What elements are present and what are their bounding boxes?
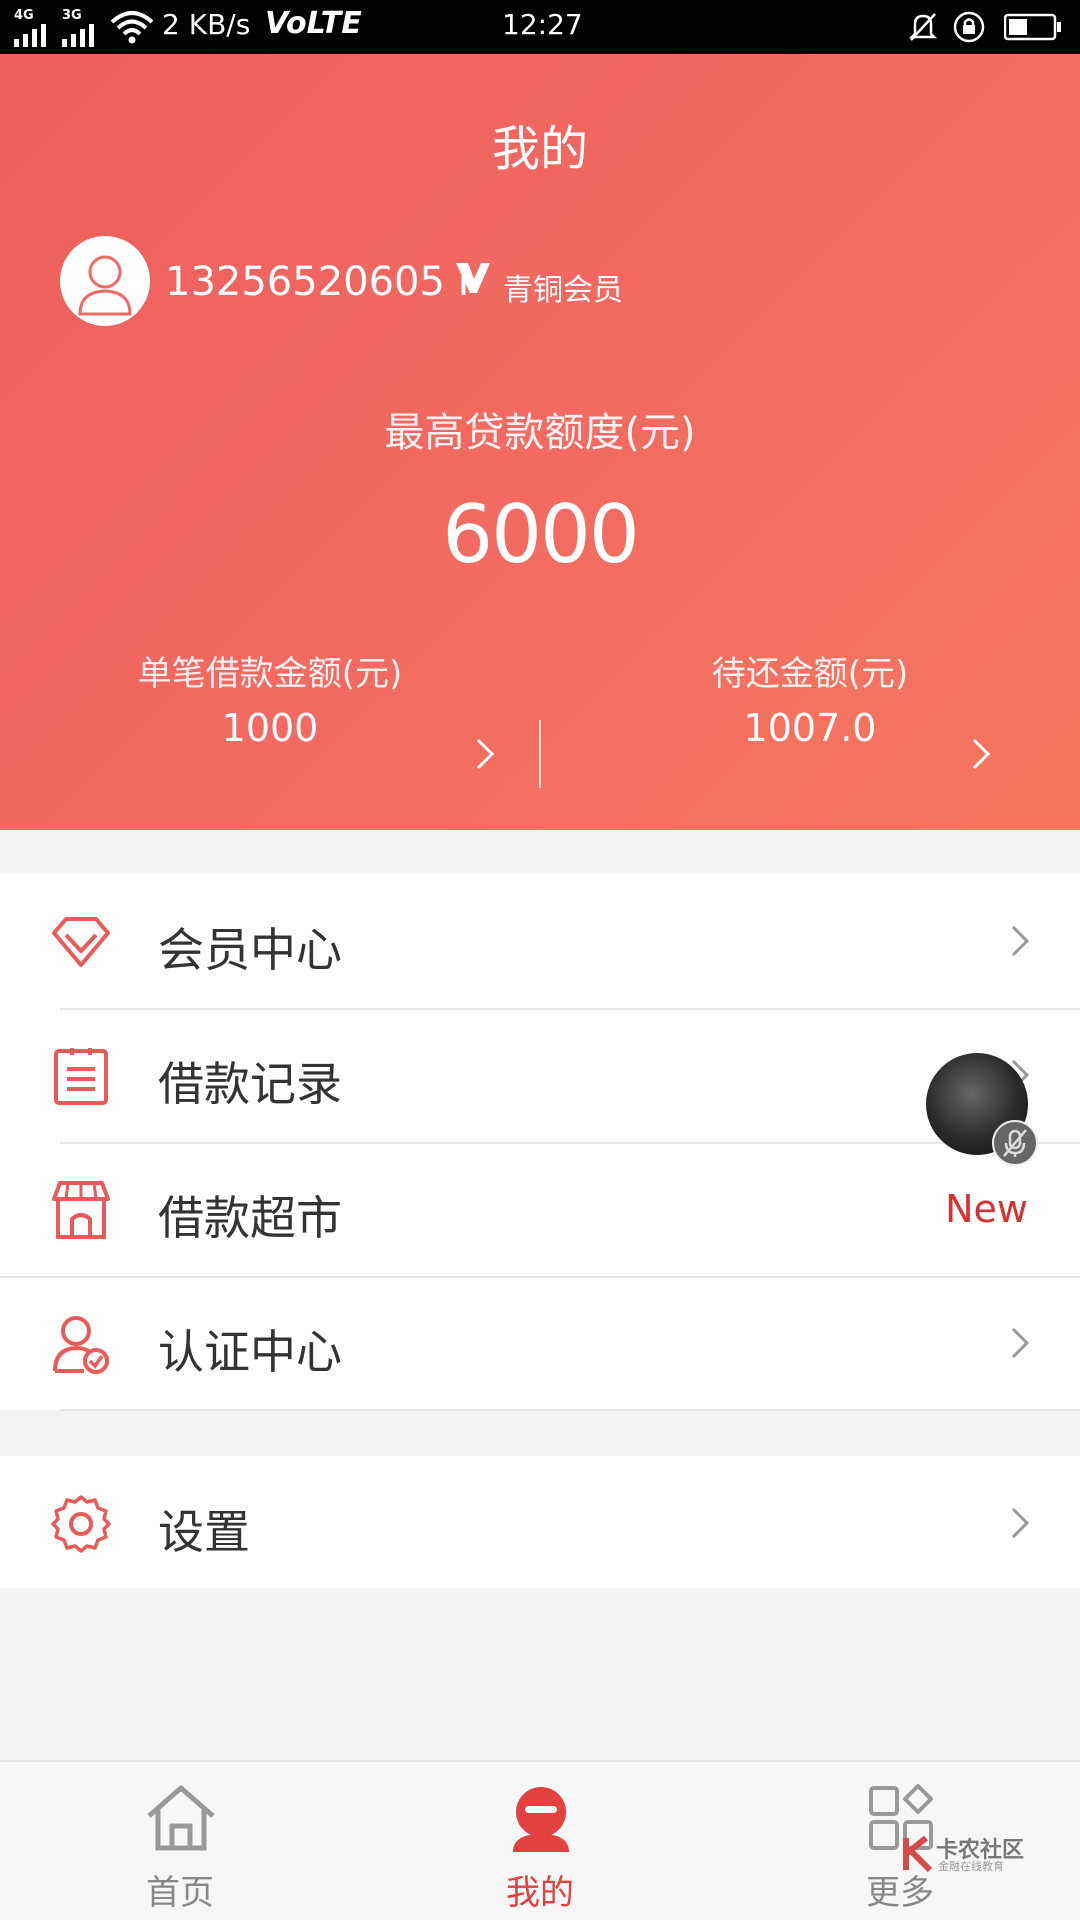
credit-limit-label: 最高贷款额度(元) xyxy=(384,410,696,456)
menu-item-loan-market[interactable]: 借款超市 New xyxy=(0,1142,1080,1276)
new-badge: New xyxy=(945,1187,1028,1231)
signal-4g-icon xyxy=(14,24,46,47)
document-icon xyxy=(54,1048,108,1105)
credit-limit-value: 6000 xyxy=(442,488,640,581)
user-verified-icon xyxy=(53,1316,109,1374)
battery-icon xyxy=(1004,13,1061,41)
menu-item-verification-center[interactable]: 认证中心 xyxy=(0,1276,1080,1410)
member-level: 青铜会员 xyxy=(503,273,623,308)
divider xyxy=(60,1409,1080,1411)
menu-item-settings[interactable]: 设置 xyxy=(0,1456,1080,1590)
pending-repay-label: 待还金额(元) xyxy=(711,654,909,694)
mic-muted-icon xyxy=(1003,1129,1027,1157)
profile-header: 我的 13256520605 I 青铜会员 最高贷款额度(元) 6000 单笔借… xyxy=(0,54,1080,830)
volte-indicator: VoLTE xyxy=(265,6,362,41)
menu-item-label: 设置 xyxy=(158,1505,250,1559)
diamond-icon xyxy=(52,917,110,967)
menu-item-member-center[interactable]: 会员中心 xyxy=(0,874,1080,1008)
app-screen: 4G 3G 2 KB/s VoLTE 12:27 我的 13256520605 … xyxy=(0,0,1080,1920)
chevron-right-icon xyxy=(1011,1327,1030,1359)
menu-item-label: 会员中心 xyxy=(158,923,342,977)
clock: 12:27 xyxy=(502,8,583,41)
network-3g-label: 3G xyxy=(62,8,82,23)
page-title: 我的 xyxy=(491,121,588,177)
single-loan-label: 单笔借款金额(元) xyxy=(137,654,403,694)
menu-group-main: 会员中心 借款记录 借款超市 New 认证中心 xyxy=(0,874,1080,1410)
menu-item-label: 认证中心 xyxy=(158,1325,342,1379)
single-loan-value: 1000 xyxy=(221,706,319,750)
nav-label: 我的 xyxy=(506,1873,574,1913)
menu-item-loan-records[interactable]: 借款记录 xyxy=(0,1008,1080,1142)
notification-muted-icon xyxy=(908,13,938,41)
chevron-right-icon xyxy=(1011,925,1030,957)
pending-repay-value: 1007.0 xyxy=(743,706,877,750)
vip-badge-icon xyxy=(456,263,490,293)
nav-home[interactable]: 首页 xyxy=(0,1762,360,1920)
nav-label: 首页 xyxy=(146,1873,214,1913)
wifi-icon xyxy=(110,11,154,44)
profile-icon xyxy=(513,1787,569,1852)
network-4g-label: 4G xyxy=(14,8,34,23)
mic-muted-badge xyxy=(992,1120,1038,1166)
watermark-subtitle: 金融在线教育 xyxy=(938,1860,1004,1873)
avatar[interactable] xyxy=(60,236,150,326)
home-icon xyxy=(147,1785,215,1851)
gear-icon xyxy=(51,1495,111,1553)
signal-3g-icon xyxy=(62,24,94,47)
network-speed: 2 KB/s xyxy=(162,8,251,41)
chevron-right-icon xyxy=(1011,1507,1030,1539)
status-bar: 4G 3G 2 KB/s VoLTE 12:27 xyxy=(0,0,1080,54)
menu-item-label: 借款记录 xyxy=(158,1057,342,1111)
chevron-right-icon xyxy=(972,738,991,770)
stat-divider xyxy=(539,720,541,788)
watermark-logo-icon xyxy=(903,1835,933,1873)
user-phone: 13256520605 I xyxy=(165,259,470,305)
rotation-lock-icon xyxy=(953,11,985,43)
user-avatar-icon xyxy=(78,255,132,316)
chevron-right-icon xyxy=(476,738,495,770)
nav-mine[interactable]: 我的 xyxy=(360,1762,720,1920)
menu-item-label: 借款超市 xyxy=(158,1191,342,1245)
menu-group-settings: 设置 xyxy=(0,1456,1080,1588)
store-icon xyxy=(52,1181,110,1239)
